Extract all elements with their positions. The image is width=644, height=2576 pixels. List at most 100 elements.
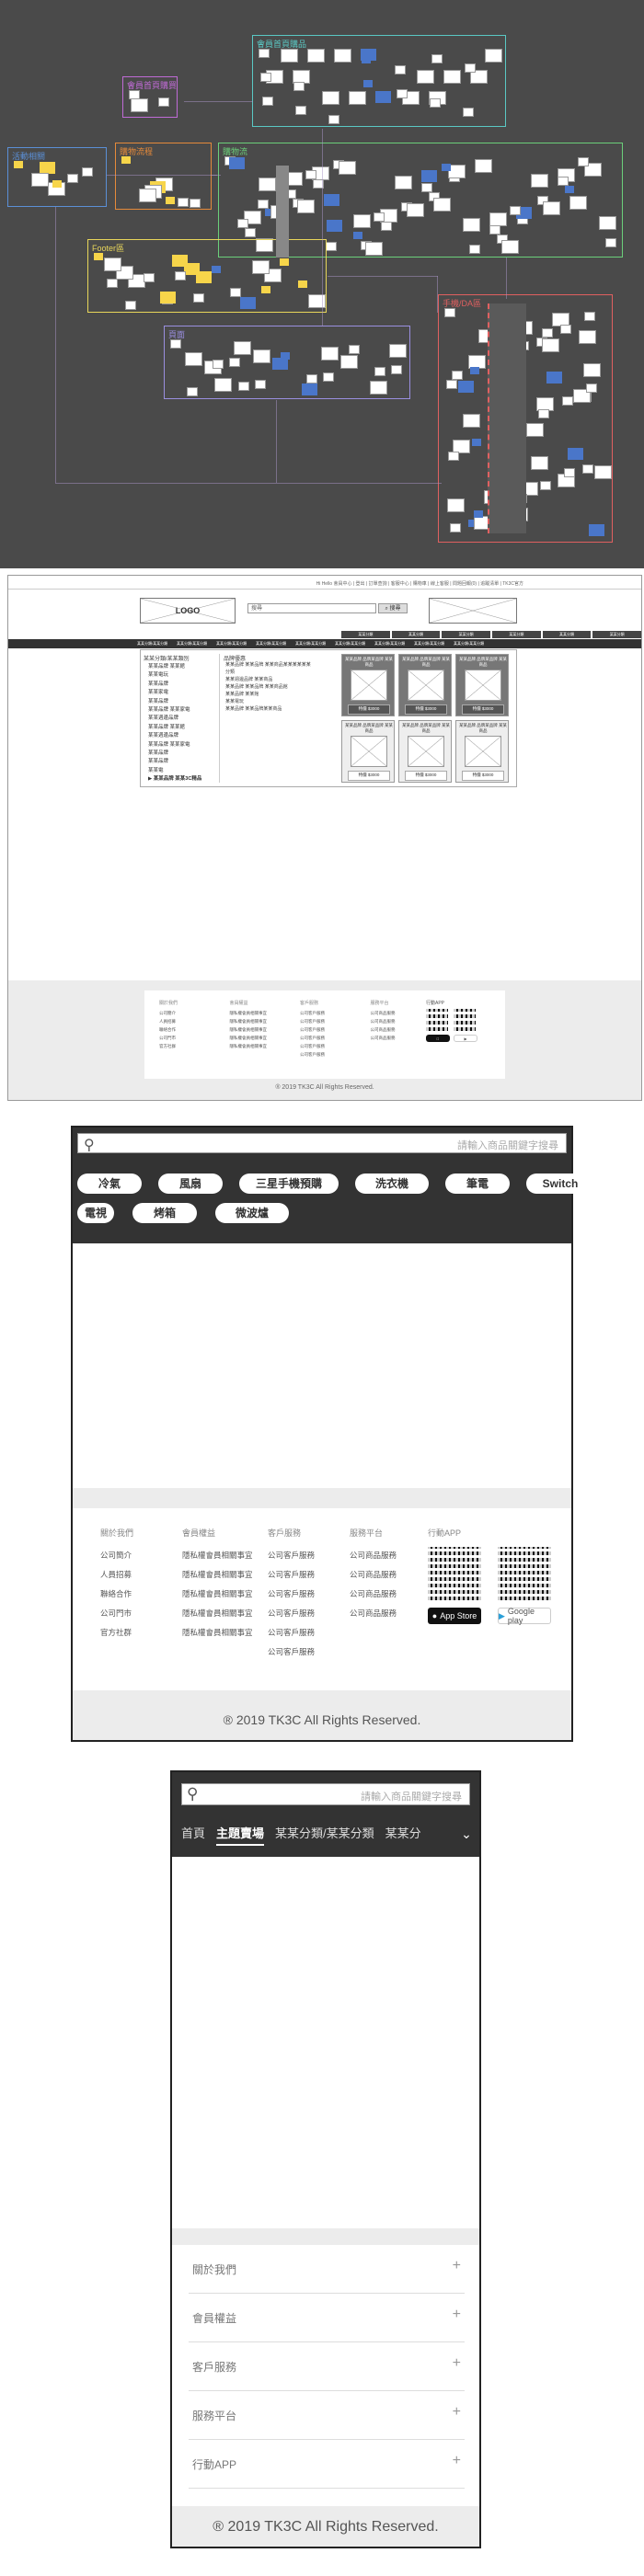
keyword-chip[interactable]: 微波爐	[215, 1203, 289, 1223]
banner-placeholder[interactable]	[429, 598, 517, 624]
sub-item[interactable]: 某某週邊品牌 某某商品	[225, 676, 336, 683]
flow-group[interactable]: 購物流程	[115, 143, 212, 210]
footer-link[interactable]: 聯絡合作	[100, 1585, 182, 1604]
mini-screen[interactable]	[474, 510, 483, 518]
mini-screen[interactable]	[308, 294, 326, 308]
promo-tab[interactable]: 某某分類	[391, 631, 441, 638]
mini-screen[interactable]	[234, 341, 251, 355]
mini-screen[interactable]	[259, 49, 270, 58]
mini-screen[interactable]	[262, 97, 273, 106]
nav-item[interactable]: 某某分類/某某分類	[295, 639, 332, 648]
mini-screen[interactable]	[465, 63, 476, 73]
promo-tab[interactable]: 某某分類	[341, 631, 390, 638]
mini-screen[interactable]	[370, 381, 387, 395]
mini-screen[interactable]	[237, 219, 248, 228]
footer-link[interactable]: 公司客戶服務	[300, 1025, 356, 1034]
chevron-down-icon[interactable]: ⌄	[455, 1822, 477, 1846]
sub-item[interactable]: 某某品牌 某某品牌 某某商品館	[225, 683, 336, 691]
mini-screen[interactable]	[463, 414, 480, 428]
footer-link[interactable]: 公司客戶服務	[300, 1034, 356, 1042]
mini-screen[interactable]	[240, 297, 256, 309]
mini-screen[interactable]	[578, 157, 589, 166]
mini-screen[interactable]	[470, 367, 479, 374]
category-tab[interactable]: 主題賣場	[216, 1824, 265, 1846]
footer-link[interactable]: 隱私權會員相關事宜	[230, 1042, 286, 1050]
search-bar[interactable]: ⚲ 請輸入商品關鍵字搜尋	[77, 1133, 567, 1153]
footer-link[interactable]: 公司門市	[100, 1604, 182, 1623]
category-item[interactable]: 某某家電	[148, 689, 217, 697]
mini-screen[interactable]	[31, 173, 49, 187]
accordion-item[interactable]: 會員權益 +	[189, 2294, 465, 2342]
mini-screen[interactable]	[67, 174, 78, 183]
mini-screen[interactable]	[489, 212, 507, 226]
mini-screen[interactable]	[421, 170, 437, 182]
footer-link[interactable]: 隱私權會員相關事宜	[230, 1034, 286, 1042]
footer-link[interactable]: 人員招募	[159, 1017, 215, 1025]
footer-link[interactable]: 公司簡介	[159, 1009, 215, 1017]
keyword-chip[interactable]: 風扇	[158, 1174, 223, 1194]
mini-screen[interactable]	[463, 218, 480, 232]
nav-item[interactable]: 某某分類/某某分類	[374, 639, 411, 648]
mini-screen[interactable]	[489, 225, 500, 235]
footer-link[interactable]: 公司客戶服務	[300, 1050, 356, 1059]
nav-item[interactable]: 某某分類/某某分類	[454, 639, 490, 648]
flow-group[interactable]: Footer區	[87, 239, 327, 313]
mini-screen[interactable]	[391, 365, 402, 374]
footer-link[interactable]: 隱私權會員相關事宜	[182, 1546, 268, 1565]
mini-screen[interactable]	[365, 242, 383, 256]
mini-screen[interactable]	[531, 456, 548, 470]
mini-screen[interactable]	[252, 260, 270, 274]
mini-screen[interactable]	[334, 49, 351, 63]
mini-screen[interactable]	[472, 439, 481, 446]
mini-screen[interactable]	[599, 216, 616, 230]
footer-link[interactable]: 聯絡合作	[159, 1025, 215, 1034]
mini-screen[interactable]	[583, 363, 601, 377]
sub-item[interactable]: 分類	[225, 669, 336, 676]
mini-screen[interactable]	[582, 464, 593, 474]
mini-screen[interactable]	[538, 409, 549, 418]
footer-link[interactable]: 公司商品服務	[350, 1585, 431, 1604]
mini-screen[interactable]	[52, 180, 62, 188]
mini-screen[interactable]	[565, 186, 574, 193]
mini-screen[interactable]	[458, 381, 474, 393]
mini-screen[interactable]	[253, 349, 270, 363]
keyword-chip[interactable]: 三星手機預購	[239, 1174, 339, 1194]
mini-screen[interactable]	[144, 273, 155, 282]
category-item[interactable]: ▶ 某某品牌 某某3C精品	[148, 775, 217, 784]
mini-screen[interactable]	[131, 98, 148, 112]
category-item[interactable]: 某某品牌	[148, 681, 217, 689]
keyword-chip[interactable]: 筆電	[445, 1174, 510, 1194]
mini-screen[interactable]	[193, 293, 204, 303]
mini-screen[interactable]	[397, 89, 408, 98]
accordion-item[interactable]: 關於我們 +	[189, 2245, 465, 2294]
mini-screen[interactable]	[322, 91, 339, 105]
mini-screen[interactable]	[452, 371, 463, 380]
mini-screen[interactable]	[125, 301, 136, 310]
footer-link[interactable]: 公司客戶服務	[300, 1017, 356, 1025]
app-store-badge[interactable]: ● App Store	[428, 1608, 481, 1624]
mini-screen[interactable]	[448, 452, 459, 461]
promo-tab[interactable]: 某某分類	[542, 631, 592, 638]
footer-link[interactable]: 公司客戶服務	[268, 1546, 350, 1565]
mini-screen[interactable]	[307, 49, 325, 63]
flow-group[interactable]: 頁面	[164, 326, 410, 399]
category-tab[interactable]: 首頁	[181, 1824, 205, 1846]
footer-link[interactable]: 隱私權會員相關事宜	[182, 1585, 268, 1604]
mini-screen[interactable]	[381, 222, 392, 231]
mini-screen[interactable]	[375, 91, 391, 103]
mini-screen[interactable]	[463, 108, 474, 117]
category-tab[interactable]: 某某分類/某某分類	[275, 1824, 374, 1846]
mini-screen[interactable]	[374, 212, 385, 222]
mini-screen[interactable]	[362, 56, 371, 63]
footer-link[interactable]: 公司客戶服務	[268, 1623, 350, 1643]
mini-screen[interactable]	[82, 167, 93, 177]
category-item[interactable]: 某某品牌 某某館	[148, 663, 217, 671]
footer-link[interactable]: 隱私權會員相關事宜	[182, 1604, 268, 1623]
mini-screen[interactable]	[323, 372, 334, 382]
keyword-chip[interactable]: Switch	[526, 1174, 594, 1194]
category-item[interactable]: 某某品牌	[148, 698, 217, 706]
mini-screen[interactable]	[212, 266, 221, 273]
mini-screen[interactable]	[475, 159, 492, 173]
search-button[interactable]: ⌕ 搜尋	[378, 603, 408, 613]
mini-screen[interactable]	[444, 308, 455, 317]
